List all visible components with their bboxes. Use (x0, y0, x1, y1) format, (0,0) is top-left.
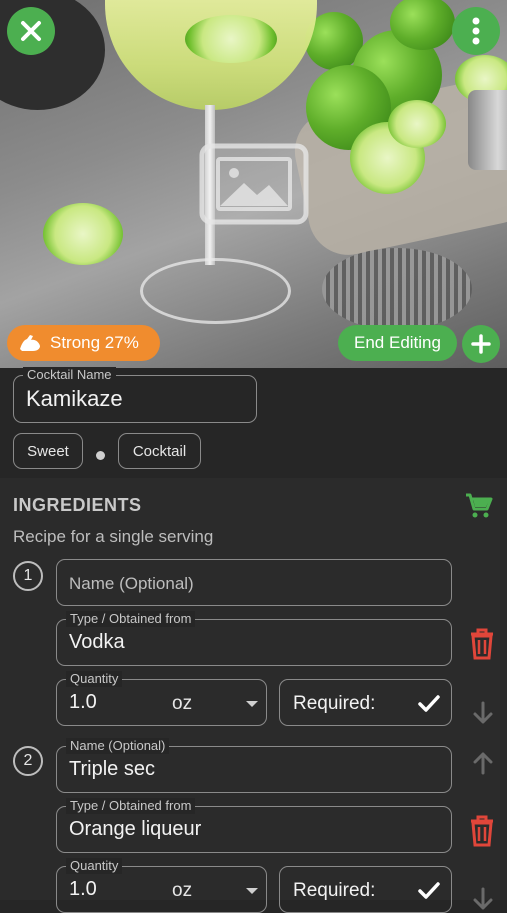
tag-cocktail[interactable]: Cocktail (118, 433, 201, 469)
strength-arm-icon (20, 335, 40, 351)
lime-photo-detail (390, 0, 455, 50)
arrow-down-icon (473, 887, 493, 910)
ingredient-name-placeholder: Name (Optional) (69, 574, 194, 593)
tag-separator-dot (96, 451, 105, 460)
delete-ingredient-button[interactable] (467, 814, 497, 848)
shopping-cart-icon (466, 493, 493, 518)
ingredient-quantity-label: Quantity (66, 671, 123, 687)
ingredient-name-label: Name (Optional) (66, 738, 170, 754)
more-options-button[interactable] (452, 7, 500, 55)
strainer-photo-detail (322, 248, 472, 330)
lime-garnish-photo-detail (185, 15, 277, 63)
ingredient-name-value: Triple sec (69, 758, 155, 780)
strength-label: Strong 27% (50, 333, 139, 352)
ingredient-quantity-value: 1.0 (69, 691, 97, 713)
add-button[interactable] (462, 325, 500, 363)
jigger-photo-detail (468, 90, 507, 170)
ingredient-type-field[interactable]: Type / Obtained from Orange liqueur (56, 798, 452, 853)
required-label: Required: (293, 693, 376, 714)
chevron-down-icon (246, 888, 258, 894)
ingredient-type-value: Orange liqueur (69, 818, 202, 840)
ingredients-title: INGREDIENTS (13, 495, 142, 515)
ingredient-number: 2 (13, 746, 43, 776)
close-icon (21, 21, 41, 41)
ingredient-quantity-value: 1.0 (69, 878, 97, 900)
checkmark-icon (418, 882, 440, 899)
trash-icon (471, 628, 493, 660)
close-button[interactable] (7, 7, 55, 55)
ingredient-type-value: Vodka (69, 631, 125, 653)
ingredient-quantity-field[interactable]: Quantity 1.0 oz (56, 671, 267, 726)
ingredient-quantity-label: Quantity (66, 858, 123, 874)
plus-icon (471, 334, 491, 354)
image-placeholder-icon[interactable] (199, 143, 309, 225)
ingredient-name-field[interactable]: Name (Optional) (56, 559, 452, 606)
glass-base-photo-detail (140, 258, 291, 324)
ingredient-type-label: Type / Obtained from (66, 798, 196, 814)
cocktail-photo (0, 0, 507, 368)
ingredient-required-toggle[interactable]: Required: (279, 679, 452, 726)
tag-sweet[interactable]: Sweet (13, 433, 83, 469)
shopping-cart-button[interactable] (464, 492, 494, 520)
move-down-button[interactable] (471, 700, 495, 726)
arrow-up-icon (473, 752, 493, 775)
lime-slice-photo-detail (388, 100, 446, 148)
ingredient-name-field[interactable]: Name (Optional) Triple sec (56, 738, 452, 793)
lime-slice-photo-detail (43, 203, 123, 265)
ingredient-unit-select[interactable]: oz (172, 693, 192, 715)
cocktail-name-label: Cocktail Name (23, 367, 116, 383)
chevron-down-icon (246, 701, 258, 707)
cocktail-name-field[interactable]: Cocktail Name Kamikaze (13, 367, 257, 423)
move-up-button[interactable] (471, 750, 495, 776)
end-editing-button[interactable]: End Editing (338, 325, 457, 361)
checkmark-icon (418, 695, 440, 712)
ingredient-number: 1 (13, 561, 43, 591)
ingredient-type-label: Type / Obtained from (66, 611, 196, 627)
more-vertical-icon (472, 17, 480, 45)
delete-ingredient-button[interactable] (467, 627, 497, 661)
trash-icon (471, 815, 493, 847)
ingredient-required-toggle[interactable]: Required: (279, 866, 452, 913)
arrow-down-icon (473, 701, 493, 724)
required-label: Required: (293, 880, 376, 901)
cocktail-name-value: Kamikaze (26, 386, 123, 411)
ingredient-quantity-field[interactable]: Quantity 1.0 oz (56, 858, 267, 913)
move-down-button[interactable] (471, 886, 495, 912)
strength-badge: Strong 27% (7, 325, 160, 361)
ingredients-subtitle: Recipe for a single serving (13, 527, 214, 546)
ingredient-unit-select[interactable]: oz (172, 880, 192, 902)
ingredient-type-field[interactable]: Type / Obtained from Vodka (56, 611, 452, 666)
